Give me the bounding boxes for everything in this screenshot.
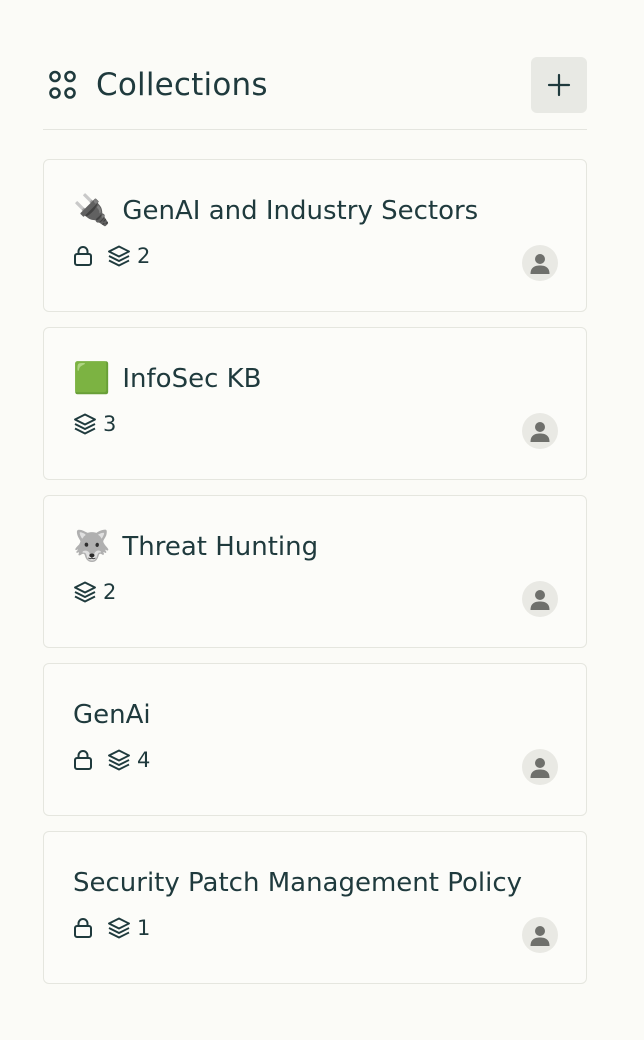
collection-card[interactable]: Security Patch Management Policy 1	[43, 831, 587, 984]
collection-title-row: 🐺 Threat Hunting	[73, 526, 558, 568]
collection-title-row: 🟩 InfoSec KB	[73, 358, 558, 400]
user-avatar-icon	[522, 917, 558, 953]
collections-panel: Collections 🔌 GenAI and Industry Sectors 2…	[43, 56, 587, 999]
layers-icon	[107, 748, 131, 772]
layers-icon	[73, 580, 97, 604]
collection-title: GenAI and Industry Sectors	[122, 196, 479, 226]
user-avatar-icon	[522, 749, 558, 785]
lock-icon	[73, 749, 93, 771]
collection-emoji-icon: 🐺	[73, 529, 111, 564]
collection-card[interactable]: 🟩 InfoSec KB 3	[43, 327, 587, 480]
collection-meta: 2	[73, 578, 558, 606]
document-count-value: 3	[103, 412, 117, 436]
plus-icon	[547, 73, 571, 97]
collections-icon	[48, 69, 78, 101]
collection-title-row: 🔌 GenAI and Industry Sectors	[73, 190, 558, 232]
lock-icon	[73, 917, 93, 939]
collection-meta: 4	[73, 746, 558, 774]
layers-icon	[107, 244, 131, 268]
add-collection-button[interactable]	[531, 57, 587, 113]
page-title: Collections	[96, 67, 268, 103]
collection-emoji-icon: 🔌	[73, 193, 111, 228]
document-count-value: 1	[137, 916, 151, 940]
document-count: 3	[73, 412, 116, 436]
document-count-value: 4	[137, 748, 151, 772]
collections-header: Collections	[43, 56, 587, 130]
document-count: 4	[107, 748, 150, 772]
collection-meta: 3	[73, 410, 558, 438]
layers-icon	[107, 916, 131, 940]
collection-meta: 1	[73, 914, 558, 942]
layers-icon	[73, 412, 97, 436]
collection-meta: 2	[73, 242, 558, 270]
user-avatar-icon	[522, 581, 558, 617]
header-left: Collections	[43, 67, 268, 103]
document-count: 2	[73, 580, 116, 604]
document-count-value: 2	[137, 244, 151, 268]
collection-list: 🔌 GenAI and Industry Sectors 2 🟩 InfoSec KB 3…	[43, 159, 587, 984]
collection-card[interactable]: 🐺 Threat Hunting 2	[43, 495, 587, 648]
collection-emoji-icon: 🟩	[73, 361, 111, 396]
document-count-value: 2	[103, 580, 117, 604]
collection-card[interactable]: 🔌 GenAI and Industry Sectors 2	[43, 159, 587, 312]
collection-title: Security Patch Management Policy	[73, 868, 523, 898]
user-avatar-icon	[522, 413, 558, 449]
lock-icon	[73, 245, 93, 267]
collection-title: InfoSec KB	[122, 364, 262, 394]
collection-title-row: GenAi	[73, 694, 558, 736]
document-count: 1	[107, 916, 150, 940]
collection-title: Threat Hunting	[122, 532, 319, 562]
collection-title-row: Security Patch Management Policy	[73, 862, 558, 904]
collection-title: GenAi	[73, 700, 151, 730]
collection-card[interactable]: GenAi 4	[43, 663, 587, 816]
user-avatar-icon	[522, 245, 558, 281]
document-count: 2	[107, 244, 150, 268]
